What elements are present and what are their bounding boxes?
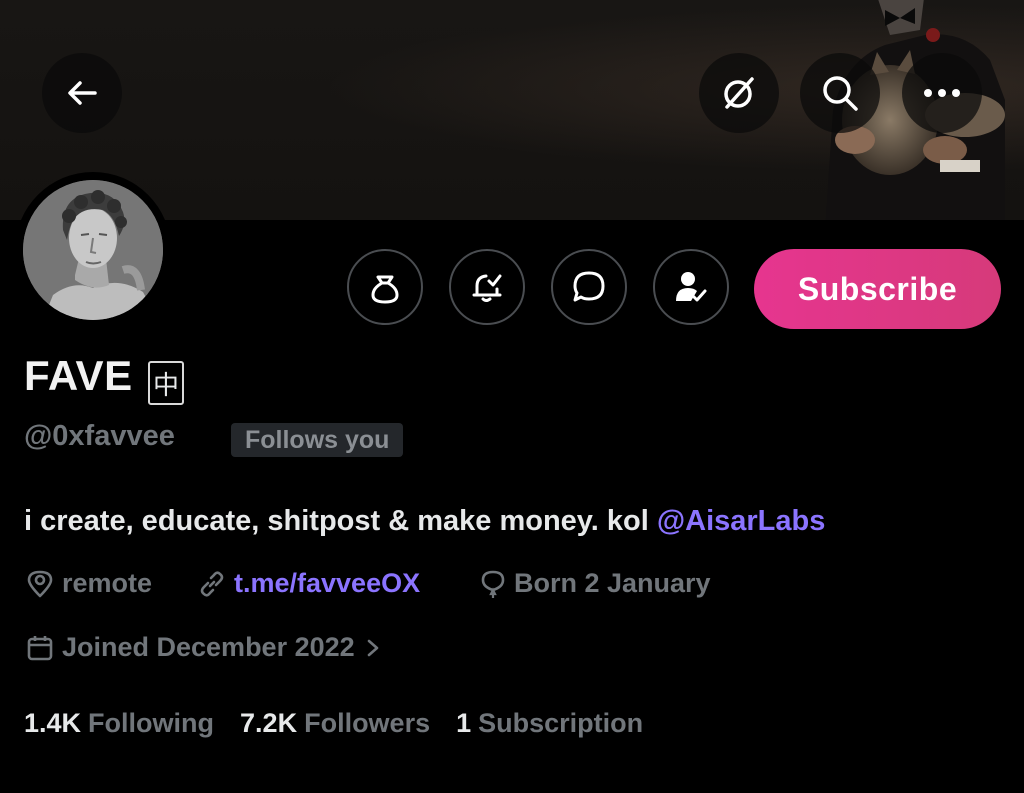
message-button[interactable] <box>551 249 627 325</box>
following-button[interactable] <box>653 249 729 325</box>
back-arrow-icon <box>68 81 97 105</box>
joined-text: Joined December 2022 <box>62 632 355 662</box>
subscription-label: Subscription <box>478 708 644 738</box>
location-pin-icon <box>27 570 53 597</box>
profile-banner[interactable] <box>0 0 1024 220</box>
grok-button[interactable] <box>699 53 779 133</box>
name-badge: 中 <box>148 361 184 405</box>
website-item: t.me/favveeOX <box>198 568 420 599</box>
following-count: 1.4K <box>24 708 82 738</box>
subscribe-button[interactable]: Subscribe <box>754 249 1001 329</box>
website-link[interactable]: t.me/favveeOX <box>234 568 420 599</box>
birthday-item: Born 2 January <box>480 568 711 599</box>
profile-page: Subscribe FAVE 中 @0xfavvee Follows you i… <box>0 0 1024 793</box>
calendar-icon <box>27 635 53 660</box>
search-icon <box>823 76 858 111</box>
notifications-button[interactable] <box>449 249 525 325</box>
followers-label: Followers <box>304 708 431 738</box>
bell-check-icon <box>472 274 502 302</box>
following-label: Following <box>88 708 215 738</box>
tip-money-bag-icon <box>371 275 399 304</box>
balloon-icon <box>481 570 505 598</box>
subscription-stat[interactable]: 1 Subscription <box>456 708 643 739</box>
follow-stats: 1.4K Following 7.2K Followers 1 Subscrip… <box>24 708 669 739</box>
joined-item[interactable]: Joined December 2022 <box>26 632 383 663</box>
tip-button[interactable] <box>347 249 423 325</box>
birthday-text: Born 2 January <box>514 568 711 598</box>
followers-stat[interactable]: 7.2K Followers <box>240 708 430 739</box>
bio: i create, educate, shitpost & make money… <box>24 505 825 538</box>
chevron-right-icon <box>367 639 378 656</box>
display-name: FAVE <box>24 352 133 399</box>
avatar-image <box>23 180 163 320</box>
message-icon <box>573 271 605 302</box>
subscription-count: 1 <box>456 708 472 738</box>
link-icon <box>200 570 224 597</box>
location-text: remote <box>62 568 153 598</box>
username-handle: @0xfavvee <box>24 420 175 452</box>
search-button[interactable] <box>800 53 880 133</box>
grok-icon <box>724 77 754 109</box>
person-check-icon <box>676 272 707 302</box>
more-button[interactable] <box>902 53 982 133</box>
bio-text: i create, educate, shitpost & make money… <box>24 505 657 537</box>
following-stat[interactable]: 1.4K Following <box>24 708 214 739</box>
more-icon <box>924 89 960 97</box>
avatar[interactable] <box>15 172 171 328</box>
follows-you-badge: Follows you <box>231 423 404 457</box>
bio-mention-link[interactable]: @AisarLabs <box>657 505 826 537</box>
followers-count: 7.2K <box>240 708 298 738</box>
location-item: remote <box>26 568 152 599</box>
back-button[interactable] <box>42 53 122 133</box>
